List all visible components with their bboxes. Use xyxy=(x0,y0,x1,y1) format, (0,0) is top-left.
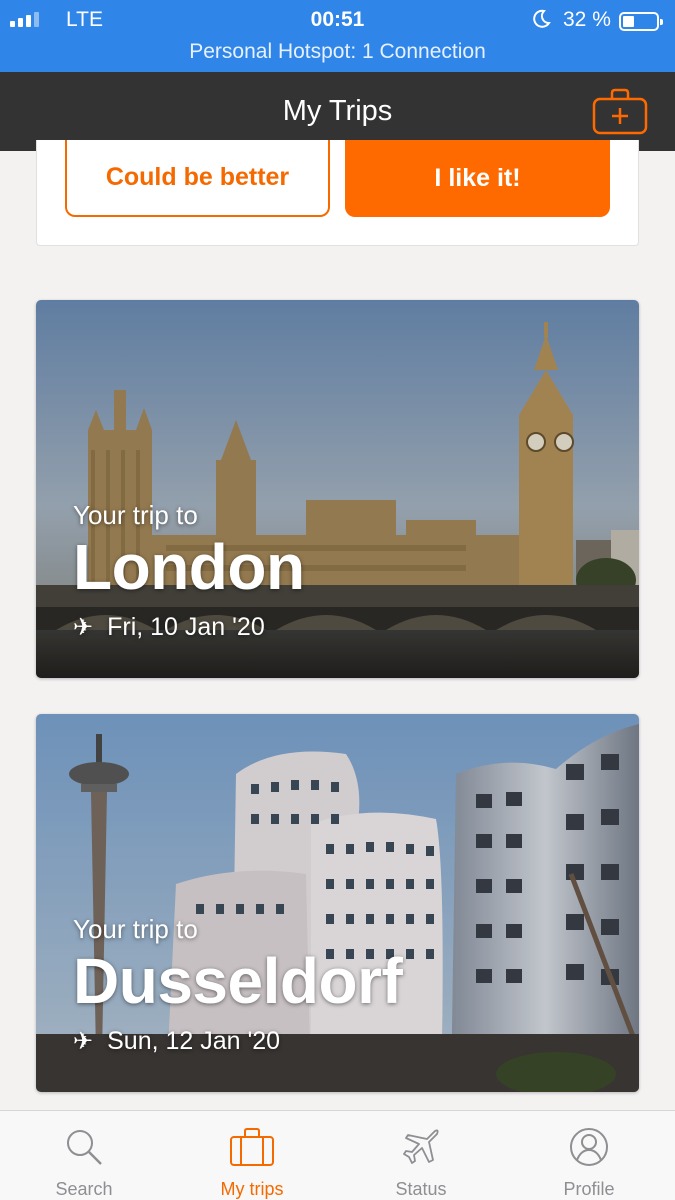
plane-icon: ✈ xyxy=(73,1028,94,1055)
hotspot-banner[interactable]: Personal Hotspot: 1 Connection xyxy=(0,40,675,64)
suitcase-plus-icon[interactable] xyxy=(592,87,648,135)
tab-label: Profile xyxy=(563,1179,615,1199)
search-icon xyxy=(67,1130,102,1165)
user-icon xyxy=(570,1128,608,1166)
tab-label: My trips xyxy=(220,1179,284,1199)
battery-percent: 32 % xyxy=(563,8,611,31)
could-be-better-button[interactable]: Could be better xyxy=(65,140,330,217)
battery-icon xyxy=(619,12,663,31)
tab-profile[interactable]: Profile xyxy=(505,1111,673,1200)
plane-icon xyxy=(403,1129,439,1164)
status-bar: LTE 00:51 32 % Personal Hotspot: 1 Conne… xyxy=(0,0,675,72)
i-like-it-button[interactable]: I like it! xyxy=(345,140,610,217)
trip-prefix: Your trip to xyxy=(73,914,198,944)
trip-city: London xyxy=(73,531,305,603)
trip-date: Fri, 10 Jan '20 xyxy=(107,613,265,641)
tab-search[interactable]: Search xyxy=(0,1111,168,1200)
plane-icon: ✈ xyxy=(73,614,94,641)
moon-icon xyxy=(533,9,551,28)
tab-my-trips[interactable]: My trips xyxy=(168,1111,336,1200)
trip-info-london: Your trip to London ✈ Fri, 10 Jan '20 xyxy=(73,500,305,642)
tab-label: Status xyxy=(395,1179,447,1199)
tab-bar: Search My trips Status Profile xyxy=(0,1110,675,1200)
tab-status[interactable]: Status xyxy=(337,1111,505,1200)
trip-date: Sun, 12 Jan '20 xyxy=(107,1027,281,1055)
trip-city: Dusseldorf xyxy=(73,945,403,1017)
trip-card-dusseldorf[interactable]: Your trip to Dusseldorf ✈ Sun, 12 Jan '2… xyxy=(36,714,639,1092)
trip-prefix: Your trip to xyxy=(73,500,198,530)
page-title: My Trips xyxy=(282,95,393,127)
suitcase-icon xyxy=(230,1128,274,1166)
trip-info-dusseldorf: Your trip to Dusseldorf ✈ Sun, 12 Jan '2… xyxy=(73,914,403,1056)
trip-card-london[interactable]: Your trip to London ✈ Fri, 10 Jan '20 xyxy=(36,300,639,678)
tab-label: Search xyxy=(55,1179,113,1199)
